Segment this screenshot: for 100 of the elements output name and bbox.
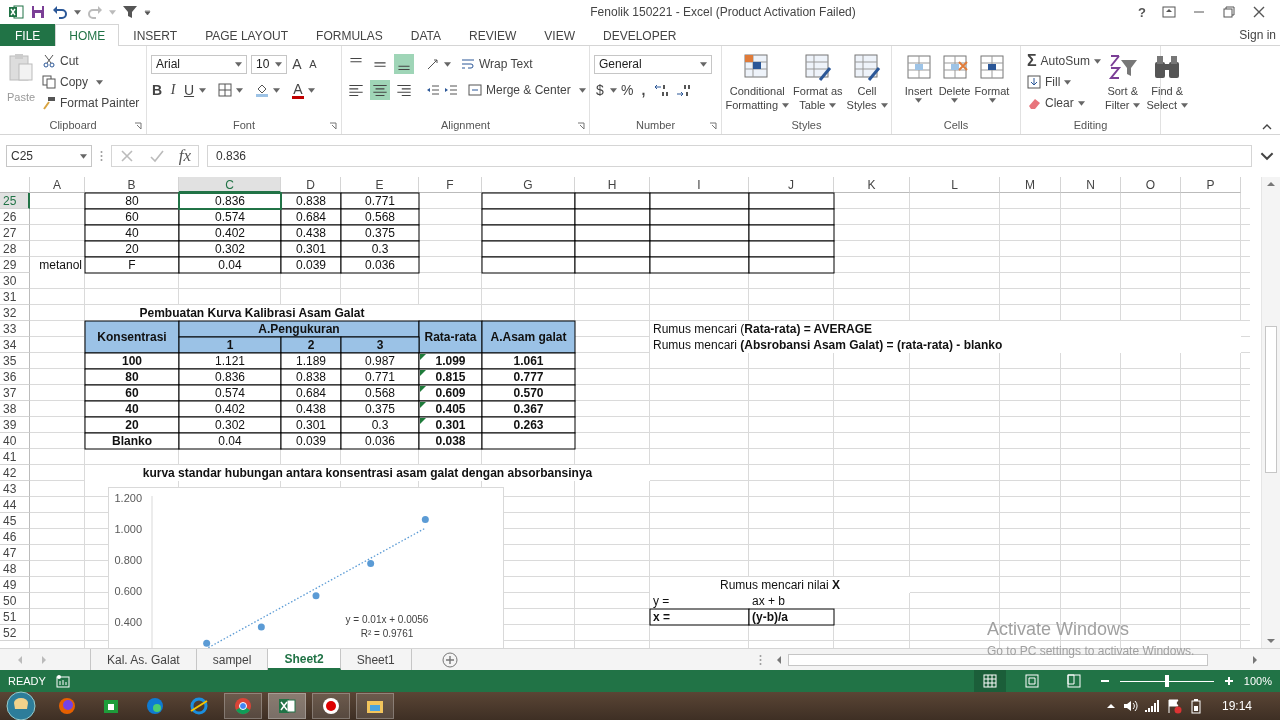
restore-icon[interactable] bbox=[1222, 5, 1236, 19]
flag-icon[interactable] bbox=[1165, 698, 1182, 714]
row-header[interactable]: 37 bbox=[0, 385, 30, 401]
column-header[interactable]: N bbox=[1061, 177, 1121, 193]
row-header[interactable]: 36 bbox=[0, 369, 30, 385]
percent-button[interactable]: % bbox=[621, 82, 634, 98]
increase-font-button[interactable]: A bbox=[291, 56, 303, 72]
font-color-button[interactable]: A bbox=[292, 81, 304, 99]
row-header[interactable]: 43 bbox=[0, 481, 30, 497]
vertical-align-icon[interactable] bbox=[394, 54, 414, 74]
scroll-right-icon[interactable] bbox=[1250, 654, 1260, 665]
row-header[interactable]: 31 bbox=[0, 289, 30, 305]
column-header[interactable]: O bbox=[1121, 177, 1181, 193]
dialog-launcher-icon[interactable] bbox=[709, 122, 717, 130]
row-header[interactable]: 26 bbox=[0, 209, 30, 225]
row-header[interactable]: 48 bbox=[0, 561, 30, 577]
clear-button[interactable]: Clear bbox=[1027, 94, 1101, 112]
row-header[interactable]: 45 bbox=[0, 513, 30, 529]
collapse-ribbon-icon[interactable] bbox=[1262, 124, 1272, 130]
row-header[interactable]: 46 bbox=[0, 529, 30, 545]
error-indicator-icon[interactable] bbox=[420, 402, 426, 408]
horizontal-align-icon[interactable] bbox=[370, 80, 390, 100]
fill-color-icon[interactable] bbox=[255, 83, 269, 97]
decrease-indent-icon[interactable] bbox=[426, 83, 440, 97]
row-header[interactable]: 41 bbox=[0, 449, 30, 465]
taskbar-app-button[interactable] bbox=[356, 693, 394, 719]
column-header[interactable]: K bbox=[834, 177, 910, 193]
column-header[interactable]: M bbox=[1000, 177, 1061, 193]
start-button-icon[interactable] bbox=[6, 691, 36, 720]
find-select-button[interactable]: Find & Select bbox=[1144, 50, 1190, 112]
add-sheet-icon[interactable] bbox=[441, 651, 458, 668]
bold-button[interactable]: B bbox=[151, 82, 163, 98]
caret-icon[interactable] bbox=[199, 87, 206, 93]
column-header[interactable]: H bbox=[575, 177, 650, 193]
caret-icon[interactable] bbox=[236, 87, 243, 93]
zoom-level[interactable]: 100% bbox=[1243, 675, 1272, 687]
row-header[interactable]: 51 bbox=[0, 609, 30, 625]
row-header[interactable]: 32 bbox=[0, 305, 30, 321]
caret-icon[interactable] bbox=[444, 61, 451, 67]
italic-button[interactable]: I bbox=[167, 82, 179, 98]
error-indicator-icon[interactable] bbox=[420, 354, 426, 360]
zoom-in-icon[interactable] bbox=[1223, 676, 1234, 686]
column-header[interactable]: C bbox=[179, 177, 281, 193]
error-indicator-icon[interactable] bbox=[420, 370, 426, 376]
macro-record-icon[interactable] bbox=[55, 674, 70, 688]
sort-filter-button[interactable]: Sort & Filter bbox=[1102, 50, 1143, 112]
help-button[interactable]: ? bbox=[1138, 4, 1146, 20]
ribbon-tab[interactable]: FORMULAS bbox=[302, 24, 397, 46]
ribbon-tab[interactable]: DATA bbox=[396, 24, 455, 46]
row-header[interactable]: 44 bbox=[0, 497, 30, 513]
row-header[interactable]: 30 bbox=[0, 273, 30, 289]
dialog-launcher-icon[interactable] bbox=[577, 122, 585, 130]
copy-button[interactable]: Copy bbox=[42, 73, 140, 91]
row-header[interactable]: 47 bbox=[0, 545, 30, 561]
row-header[interactable]: 34 bbox=[0, 337, 30, 353]
zoom-slider-thumb[interactable] bbox=[1164, 674, 1169, 687]
ribbon-display-icon[interactable] bbox=[1162, 5, 1176, 19]
dialog-launcher-icon[interactable] bbox=[134, 122, 142, 130]
name-box[interactable]: C25 bbox=[6, 145, 92, 167]
underline-button[interactable]: U bbox=[183, 82, 195, 98]
style-button[interactable]: Cell Styles bbox=[845, 50, 889, 112]
caret-icon[interactable] bbox=[308, 87, 315, 93]
row-header[interactable]: 49 bbox=[0, 577, 30, 593]
column-header[interactable]: F bbox=[419, 177, 482, 193]
ribbon-tab[interactable]: HOME bbox=[55, 24, 120, 46]
formula-input[interactable]: 0.836 bbox=[207, 145, 1252, 167]
autosum-button[interactable]: Σ AutoSum bbox=[1027, 52, 1101, 70]
scrollbar-thumb[interactable] bbox=[1265, 326, 1277, 473]
insert-function-button[interactable]: fx bbox=[178, 146, 192, 166]
scroll-down-icon[interactable] bbox=[1266, 637, 1276, 645]
ribbon-tab[interactable]: PAGE LAYOUT bbox=[191, 24, 303, 46]
comma-button[interactable]: , bbox=[637, 82, 650, 98]
font-name-field[interactable]: Arial bbox=[151, 54, 247, 74]
dialog-launcher-icon[interactable] bbox=[329, 122, 337, 130]
row-header[interactable]: 35 bbox=[0, 353, 30, 369]
view-button[interactable] bbox=[973, 670, 1006, 692]
caret-icon[interactable] bbox=[273, 87, 280, 93]
style-button[interactable]: Conditional Formatting bbox=[724, 50, 791, 112]
row-header[interactable]: 27 bbox=[0, 225, 30, 241]
undo-icon[interactable] bbox=[52, 4, 68, 20]
style-button[interactable]: Format as Table bbox=[792, 50, 844, 112]
row-header[interactable]: 38 bbox=[0, 401, 30, 417]
close-icon[interactable] bbox=[1252, 5, 1266, 19]
row-header[interactable]: 52 bbox=[0, 625, 30, 641]
row-header[interactable]: 33 bbox=[0, 321, 30, 337]
row-header[interactable]: 50 bbox=[0, 593, 30, 609]
currency-button[interactable]: $ bbox=[594, 82, 606, 98]
ribbon-tab[interactable]: VIEW bbox=[530, 24, 589, 46]
row-header[interactable]: 40 bbox=[0, 433, 30, 449]
ribbon-tab[interactable]: FILE bbox=[0, 24, 56, 46]
cut-button[interactable]: Cut bbox=[42, 52, 140, 70]
sheet-tab[interactable]: Sheet2 bbox=[268, 649, 341, 670]
wrap-text-button[interactable]: Wrap Text bbox=[461, 55, 533, 73]
sign-in-link[interactable]: Sign in bbox=[1239, 27, 1280, 42]
column-header[interactable]: P bbox=[1181, 177, 1241, 193]
signal-icon[interactable] bbox=[1143, 698, 1160, 714]
row-header[interactable]: 42 bbox=[0, 465, 30, 481]
row-header[interactable]: 39 bbox=[0, 417, 30, 433]
cells-button[interactable]: Format bbox=[973, 50, 1011, 103]
orientation-icon[interactable] bbox=[426, 57, 440, 71]
